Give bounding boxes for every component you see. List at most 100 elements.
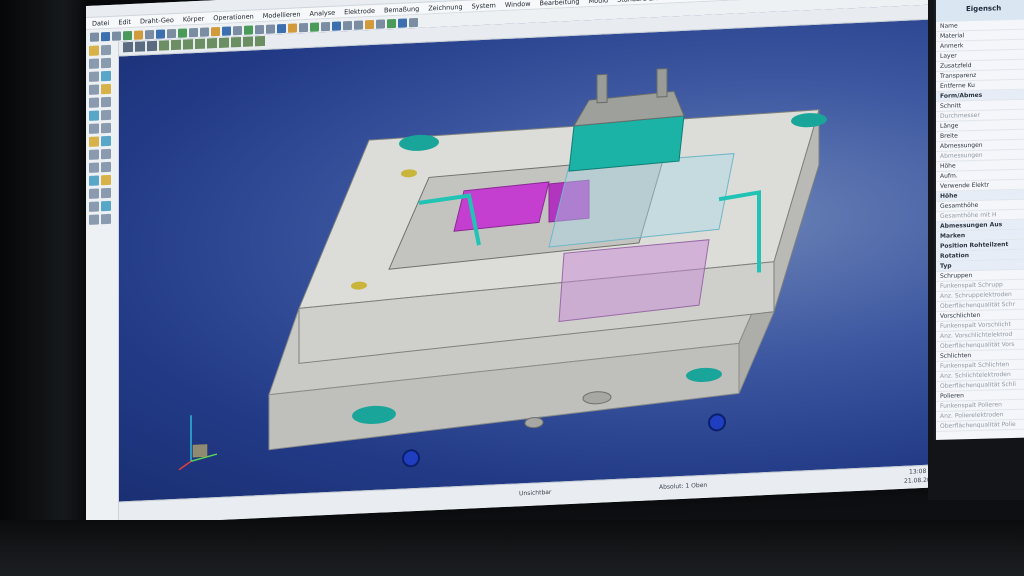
view-mode-icon[interactable] — [255, 35, 265, 47]
ejector-hole — [524, 417, 544, 429]
toolbar-button-icon[interactable] — [145, 29, 154, 39]
menu-item[interactable]: Elektrode — [344, 6, 375, 15]
view-mode-icon[interactable] — [207, 38, 217, 49]
view-mode-icon[interactable] — [243, 36, 253, 47]
tool-icon[interactable] — [89, 84, 99, 95]
view-mode-icon[interactable] — [183, 39, 193, 50]
status-left-text: Unsichtbar — [519, 488, 552, 498]
toolbar-button-icon[interactable] — [244, 24, 253, 35]
menu-item[interactable]: Modellieren — [263, 10, 301, 20]
menu-item[interactable]: Zeichnung — [428, 2, 462, 12]
menu-item[interactable]: Körper — [183, 14, 204, 23]
toolbar-button-icon[interactable] — [211, 26, 220, 36]
menu-item[interactable]: Mould — [589, 0, 609, 5]
toolbar-button-icon[interactable] — [156, 28, 165, 39]
tool-icon[interactable] — [89, 97, 99, 108]
toolbar-button-icon[interactable] — [288, 22, 297, 33]
tool-icon[interactable] — [89, 58, 99, 69]
view-mode-icon[interactable] — [123, 41, 133, 53]
menu-item[interactable]: Analyse — [310, 8, 336, 17]
menu-item[interactable]: Bearbeitung — [540, 0, 580, 7]
toolbar-button-icon[interactable] — [299, 22, 308, 32]
view-mode-icon[interactable] — [159, 40, 169, 51]
toolbar-button-icon[interactable] — [134, 29, 143, 40]
toolbar-button-icon[interactable] — [200, 26, 209, 37]
tool-icon[interactable] — [89, 175, 99, 186]
tool-icon[interactable] — [101, 174, 111, 186]
3d-viewport[interactable] — [119, 4, 944, 503]
tool-icon[interactable] — [101, 96, 111, 108]
view-mode-icon[interactable] — [147, 40, 157, 52]
axis-triad-icon — [178, 415, 218, 471]
tool-icon[interactable] — [101, 213, 111, 225]
toolbar-button-icon[interactable] — [398, 17, 407, 28]
monitor-bezel-left — [0, 0, 90, 576]
toolbar-button-icon[interactable] — [233, 25, 242, 35]
toolbar-button-icon[interactable] — [222, 25, 231, 36]
toolbar-button-icon[interactable] — [409, 17, 418, 27]
toolbar-button-icon[interactable] — [255, 24, 264, 34]
toolbar-button-icon[interactable] — [310, 21, 319, 32]
toolbar-button-icon[interactable] — [101, 31, 110, 41]
view-mode-icon[interactable] — [231, 36, 241, 48]
menu-item[interactable]: Window — [505, 0, 531, 8]
tool-icon[interactable] — [89, 149, 99, 160]
view-mode-icon[interactable] — [219, 37, 229, 48]
mould-model-render — [268, 68, 827, 468]
tool-icon[interactable] — [89, 162, 99, 173]
tool-icon[interactable] — [101, 44, 111, 56]
status-mid-text: Absolut: 1 Oben — [659, 481, 708, 491]
toolbar-button-icon[interactable] — [354, 19, 363, 30]
tool-icon[interactable] — [101, 148, 111, 160]
tool-icon[interactable] — [89, 201, 99, 212]
tool-icon[interactable] — [101, 187, 111, 199]
view-mode-icon[interactable] — [171, 39, 181, 51]
tool-icon[interactable] — [101, 57, 111, 69]
tool-icon[interactable] — [89, 71, 99, 82]
tool-icon[interactable] — [101, 70, 111, 82]
blue-bolt-2 — [708, 413, 726, 432]
left-tool-palette — [86, 41, 119, 526]
tool-icon[interactable] — [101, 83, 111, 95]
monitor-bezel-bottom — [0, 520, 1024, 576]
toolbar-button-icon[interactable] — [343, 20, 352, 30]
tool-icon[interactable] — [89, 110, 99, 121]
menu-item[interactable]: Edit — [118, 17, 131, 26]
tool-icon[interactable] — [89, 136, 99, 147]
tool-icon[interactable] — [101, 135, 111, 147]
tool-icon[interactable] — [89, 214, 99, 225]
toolbar-button-icon[interactable] — [90, 31, 99, 42]
properties-panel: Eigensch Name Material Anmerk Layer Zusatzfe… — [934, 0, 1024, 441]
toolbar-button-icon[interactable] — [332, 20, 341, 31]
menu-item[interactable]: Datei — [92, 18, 109, 27]
tool-icon[interactable] — [89, 45, 99, 56]
properties-header: Eigensch — [936, 0, 1024, 22]
view-mode-icon[interactable] — [135, 41, 145, 52]
menu-item[interactable]: Operationen — [213, 12, 253, 22]
toolbar-button-icon[interactable] — [387, 18, 396, 28]
tool-icon[interactable] — [101, 200, 111, 212]
guide-pin-1 — [596, 73, 608, 104]
menu-item[interactable]: Draht-Geo — [140, 16, 174, 26]
tool-icon[interactable] — [101, 109, 111, 121]
view-mode-icon[interactable] — [195, 38, 205, 50]
tool-icon[interactable] — [89, 123, 99, 134]
guide-pin-2 — [656, 68, 668, 98]
menu-item[interactable]: System — [472, 1, 496, 10]
tool-icon[interactable] — [89, 188, 99, 199]
tool-icon[interactable] — [101, 161, 111, 173]
toolbar-button-icon[interactable] — [266, 23, 275, 34]
toolbar-button-icon[interactable] — [376, 18, 385, 29]
toolbar-button-icon[interactable] — [321, 21, 330, 31]
tool-icon[interactable] — [101, 122, 111, 134]
toolbar-button-icon[interactable] — [178, 27, 187, 38]
menu-item[interactable]: Bemaßung — [384, 4, 419, 14]
photo-scene: VISI 2017 R1 SU3 von Vero Software x64 -… — [0, 0, 1024, 576]
toolbar-button-icon[interactable] — [167, 28, 176, 38]
toolbar-button-icon[interactable] — [365, 19, 374, 29]
toolbar-button-icon[interactable] — [123, 30, 132, 40]
toolbar-button-icon[interactable] — [189, 27, 198, 37]
toolbar-button-icon[interactable] — [112, 30, 121, 41]
property-row[interactable]: Oberflächenqualität Polie — [936, 419, 1024, 432]
toolbar-button-icon[interactable] — [277, 23, 286, 33]
